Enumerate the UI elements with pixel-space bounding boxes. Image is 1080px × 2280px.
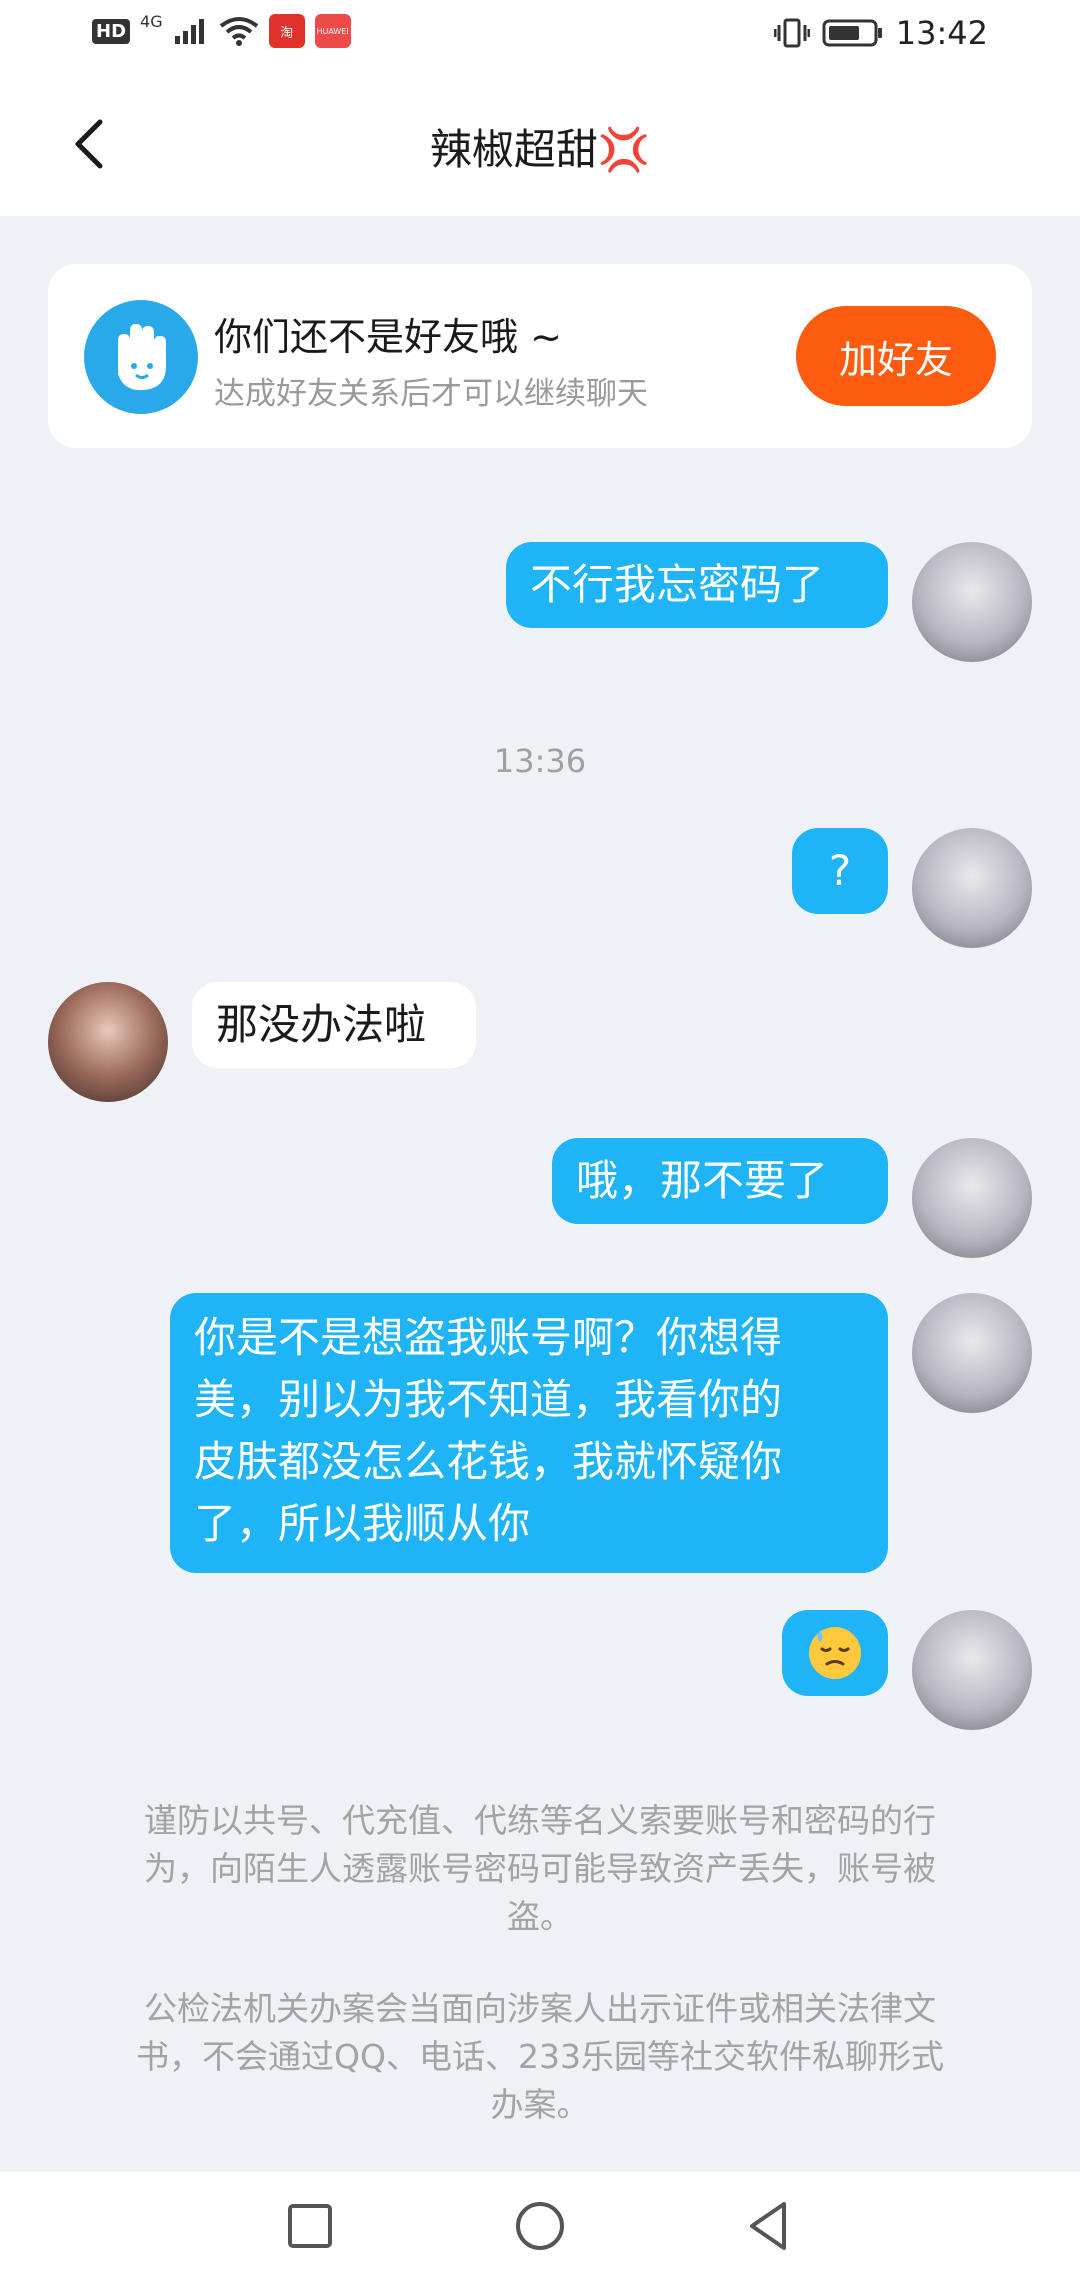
message-bubble-incoming[interactable]: 那没办法啦 xyxy=(192,982,476,1068)
message-line: 你是不是想盗我账号啊？你想得 xyxy=(194,1313,783,1362)
contact-avatar[interactable] xyxy=(48,982,168,1102)
recents-square-icon[interactable] xyxy=(280,2196,340,2256)
waving-hand-icon xyxy=(84,300,198,414)
message-bubble-outgoing[interactable]: 不行我忘密码了 xyxy=(506,542,888,628)
signal-icon xyxy=(174,19,204,44)
anger-emoji-icon: 💢 xyxy=(597,125,651,174)
network-type: 4G xyxy=(140,11,163,31)
hd-indicator: HD xyxy=(92,18,131,44)
home-circle-icon[interactable] xyxy=(510,2196,570,2256)
my-avatar[interactable] xyxy=(912,828,1032,948)
message-bubble-outgoing-long[interactable]: 你是不是想盗我账号啊？你想得 美，别以为我不知道，我看你的 皮肤都没怎么花钱，我… xyxy=(170,1293,888,1573)
my-avatar[interactable] xyxy=(912,542,1032,662)
taobao-notification-icon: 淘 xyxy=(268,14,305,48)
status-right: 13:42 xyxy=(773,14,988,52)
friend-prompt-title: 你们还不是好友哦 ~ xyxy=(214,315,562,359)
message-line: 美，别以为我不知道，我看你的 xyxy=(194,1375,783,1424)
notice-line: 盗。 xyxy=(507,1897,573,1936)
system-nav-bar xyxy=(0,2172,1080,2280)
my-avatar[interactable] xyxy=(912,1610,1032,1730)
chat-header: 辣椒超甜💢 xyxy=(0,72,1080,216)
status-bar: HD 4G 淘 HUAWEI 13:42 xyxy=(0,0,1080,72)
notice-line: 书，不会通过QQ、电话、233乐园等社交软件私聊形式 xyxy=(136,2037,944,2076)
message-bubble-outgoing[interactable]: ? xyxy=(792,828,888,914)
back-triangle-icon[interactable] xyxy=(740,2196,800,2256)
security-notice: 谨防以共号、代充值、代练等名义索要账号和密码的行 为，向陌生人透露账号密码可能导… xyxy=(100,1797,980,1941)
message-line: 了，所以我顺从你 xyxy=(194,1499,531,1548)
message-bubble-outgoing[interactable]: 哦，那不要了 xyxy=(552,1138,888,1224)
clock: 13:42 xyxy=(895,14,988,52)
notice-line: 为，向陌生人透露账号密码可能导致资产丢失，账号被 xyxy=(144,1849,936,1888)
message-timestamp: 13:36 xyxy=(493,742,587,780)
huawei-notification-icon: HUAWEI xyxy=(314,14,351,48)
notice-line: 办案。 xyxy=(490,2085,590,2124)
downcast-face-with-sweat-icon xyxy=(809,1627,861,1679)
my-avatar[interactable] xyxy=(912,1138,1032,1258)
notice-line: 谨防以共号、代充值、代练等名义索要账号和密码的行 xyxy=(144,1801,936,1840)
battery-icon xyxy=(822,19,882,47)
message-line: 皮肤都没怎么花钱，我就怀疑你 xyxy=(194,1437,783,1486)
wifi-icon xyxy=(219,17,258,46)
message-bubble-outgoing-emoji[interactable] xyxy=(782,1610,888,1696)
add-friend-card: 你们还不是好友哦 ~ 达成好友关系后才可以继续聊天 加好友 xyxy=(48,264,1032,448)
notice-line: 公检法机关办案会当面向涉案人出示证件或相关法律文 xyxy=(144,1989,936,2028)
friend-prompt-subtitle: 达成好友关系后才可以继续聊天 xyxy=(214,376,648,412)
my-avatar[interactable] xyxy=(912,1293,1032,1413)
police-notice: 公检法机关办案会当面向涉案人出示证件或相关法律文 书，不会通过QQ、电话、233… xyxy=(100,1985,980,2129)
vibrate-icon xyxy=(773,18,810,48)
chat-title: 辣椒超甜💢 xyxy=(0,116,1080,177)
add-friend-button[interactable]: 加好友 xyxy=(796,306,996,406)
contact-name: 辣椒超甜 xyxy=(429,125,598,174)
status-left: HD 4G 淘 HUAWEI xyxy=(92,11,351,48)
